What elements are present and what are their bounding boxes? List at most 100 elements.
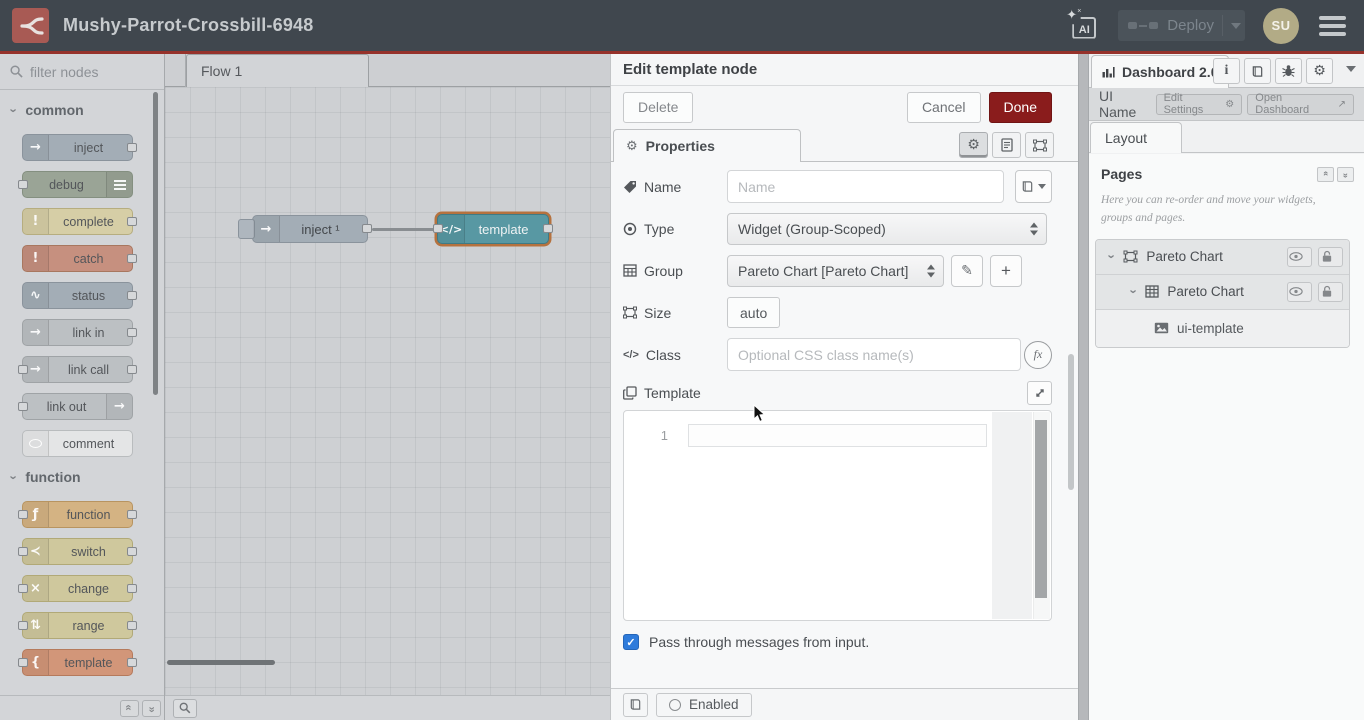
palette-scroll-area: ›common →inject debug !complete !catch ∿statu… (0, 90, 164, 695)
palette-node-catch[interactable]: !catch (22, 245, 133, 272)
palette-collapse-all-button[interactable]: » (120, 700, 139, 717)
collapse-all-button[interactable]: » (1317, 167, 1334, 182)
type-label: Type (623, 221, 727, 237)
palette-node-switch[interactable]: ≺switch (22, 538, 133, 565)
fx-button[interactable]: fx (1024, 341, 1052, 369)
delete-button[interactable]: Delete (623, 92, 693, 123)
expand-all-button[interactable]: » (1337, 167, 1354, 182)
chevron-down-icon (1038, 184, 1046, 189)
sidebar-resize-handle[interactable] (1078, 54, 1088, 720)
name-input[interactable] (727, 170, 1004, 203)
editor-scrollbar-track[interactable] (1033, 412, 1050, 619)
output-port (127, 510, 137, 519)
node-help-button[interactable] (623, 693, 648, 717)
line-number: 1 (661, 428, 668, 443)
canvas-horizontal-scrollbar[interactable] (167, 660, 275, 665)
name-label-options-button[interactable] (1015, 170, 1052, 203)
add-group-button[interactable]: + (990, 255, 1022, 287)
palette-node-change[interactable]: ×change (22, 575, 133, 602)
palette-node-comment[interactable]: comment (22, 430, 133, 457)
input-port (18, 402, 28, 411)
palette-search[interactable]: filter nodes (0, 54, 164, 90)
open-dashboard-button[interactable]: Open Dashboard ↗ (1247, 94, 1354, 115)
mouse-cursor (753, 404, 766, 423)
palette-node-inject[interactable]: →inject (22, 134, 133, 161)
deploy-options-caret-icon[interactable] (1231, 23, 1241, 29)
bar-chart-icon (1102, 66, 1115, 78)
enabled-state-icon (669, 699, 681, 711)
palette-node-status[interactable]: ∿status (22, 282, 133, 309)
appearance-view-button[interactable] (1025, 132, 1054, 158)
template-input-port[interactable] (433, 224, 443, 233)
tray-scrollbar[interactable] (1068, 354, 1074, 490)
gear-icon: ⚙ (967, 137, 980, 153)
dashboard-tab[interactable]: Dashboard 2.0 (1091, 55, 1229, 88)
sidebar-menu-caret-icon[interactable] (1346, 66, 1356, 72)
palette-expand-all-button[interactable]: » (142, 700, 161, 717)
palette-node-link-call[interactable]: →link call (22, 356, 133, 383)
book-icon (1021, 180, 1034, 193)
template-output-port[interactable] (543, 224, 553, 233)
inject-node[interactable]: → inject ¹ (252, 215, 368, 243)
palette-node-link-out[interactable]: →link out (22, 393, 133, 420)
chevron-down-icon: › (8, 108, 21, 112)
expand-editor-button[interactable] (1027, 381, 1052, 405)
lock-toggle-button[interactable] (1318, 247, 1343, 267)
palette-section-common[interactable]: ›common (12, 102, 164, 118)
wire[interactable] (372, 228, 438, 231)
passthrough-checkbox[interactable]: ✓ (623, 634, 639, 650)
class-input[interactable] (727, 338, 1021, 371)
size-label: Size (623, 305, 727, 321)
visibility-toggle-button[interactable] (1287, 247, 1312, 267)
layout-tab[interactable]: Layout (1090, 122, 1182, 153)
tray-footer: Enabled (611, 688, 1078, 720)
palette-node-complete[interactable]: !complete (22, 208, 133, 235)
user-avatar[interactable]: SU (1263, 8, 1299, 44)
visibility-toggle-button[interactable] (1287, 282, 1312, 302)
pages-section-title: Pages (1101, 166, 1142, 182)
lock-toggle-button[interactable] (1318, 282, 1343, 302)
layout-tree-item-ui-template[interactable]: ui-template (1096, 310, 1349, 347)
flow-canvas[interactable]: → inject ¹ </> template (165, 87, 610, 695)
canvas-search-button[interactable] (173, 699, 197, 718)
palette-node-function[interactable]: ƒfunction (22, 501, 133, 528)
help-tab-button[interactable] (1244, 58, 1271, 84)
layout-tree-item-pareto-chart[interactable]: ›Pareto Chart (1096, 275, 1349, 310)
palette-node-template[interactable]: {template (22, 649, 133, 676)
properties-tab[interactable]: ⚙ Properties (613, 129, 801, 162)
name-row: Name (623, 170, 1052, 203)
palette-node-debug[interactable]: debug (22, 171, 133, 198)
type-select[interactable]: Widget (Group-Scoped) (727, 213, 1047, 245)
description-view-button[interactable] (992, 132, 1021, 158)
edit-group-button[interactable]: ✎ (951, 255, 983, 287)
palette-scrollbar[interactable] (153, 92, 158, 395)
palette-section-function[interactable]: ›function (12, 469, 164, 485)
group-select[interactable]: Pareto Chart [Pareto Chart] (727, 255, 944, 287)
ui-template-node[interactable]: </> template (437, 214, 549, 244)
size-value-button[interactable]: auto (727, 297, 780, 328)
layout-tree-item-pareto-chart[interactable]: ›Pareto Chart (1096, 240, 1349, 275)
editor-scrollbar-thumb[interactable] (1035, 420, 1047, 598)
template-code-editor[interactable]: 1 (623, 410, 1052, 621)
cancel-button[interactable]: Cancel (907, 92, 981, 123)
chevron-down-icon[interactable]: › (1128, 289, 1141, 293)
flow-tab[interactable]: Flow 1 (186, 54, 369, 87)
class-label: </> Class (623, 347, 727, 363)
done-button[interactable]: Done (989, 92, 1052, 123)
main-menu-button[interactable] (1317, 12, 1348, 40)
edit-settings-button[interactable]: Edit Settings ⚙ (1156, 94, 1243, 115)
palette-node-range[interactable]: ⇅range (22, 612, 133, 639)
gear-icon: ⚙ (1313, 63, 1326, 79)
chevron-down-icon[interactable]: › (1106, 254, 1119, 258)
debug-tab-button[interactable] (1275, 58, 1302, 84)
output-port (127, 291, 137, 300)
info-tab-button[interactable]: i (1213, 58, 1240, 84)
node-enabled-toggle[interactable]: Enabled (656, 693, 752, 717)
config-tab-button[interactable]: ⚙ (1306, 58, 1333, 84)
editor-current-line (688, 424, 987, 447)
inject-output-port[interactable] (362, 224, 372, 233)
deploy-button[interactable]: Deploy (1118, 10, 1245, 41)
palette-node-link-in[interactable]: →link in (22, 319, 133, 346)
properties-view-button[interactable]: ⚙ (959, 132, 988, 158)
ai-assistant-button[interactable]: ✦× AI (1066, 10, 1100, 42)
